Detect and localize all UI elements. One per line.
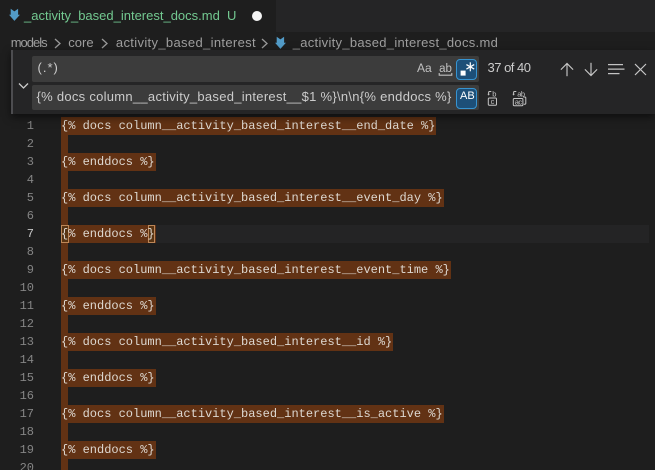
svg-text:ac: ac bbox=[515, 97, 523, 106]
svg-text:c: c bbox=[491, 97, 495, 106]
svg-text:ab: ab bbox=[439, 63, 452, 75]
